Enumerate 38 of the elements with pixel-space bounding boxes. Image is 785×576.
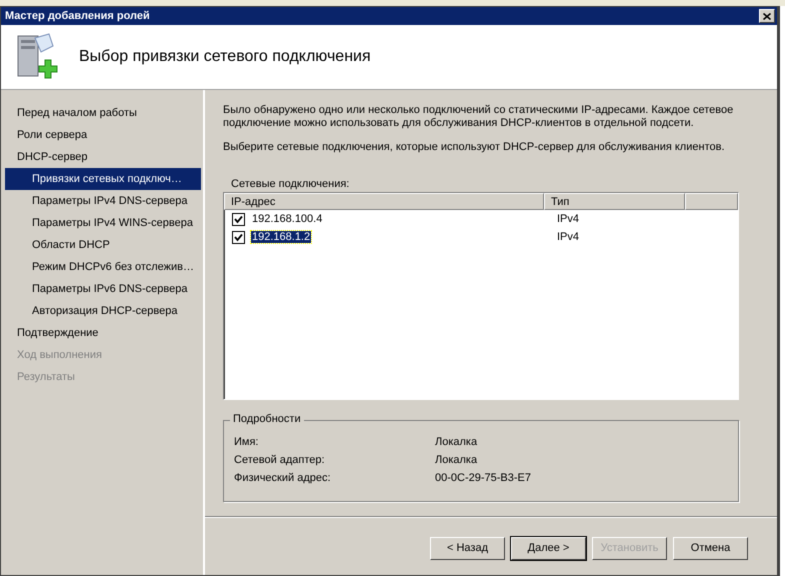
column-header[interactable]: IP-адрес <box>224 193 544 210</box>
description-text: Было обнаружено одно или несколько подключений со статическими IP-адресами. Каждое сетевое подключение можно использовать для обслуживания DHCP-клиентов в отдельной подсети. <box>223 104 734 130</box>
field-label: Физический адрес: <box>234 472 332 484</box>
wizard-button[interactable]: Отмена <box>673 536 748 560</box>
sidebar-item[interactable]: Режим DHCPv6 без отслежив… <box>5 256 201 278</box>
sidebar-item[interactable]: Параметры IPv4 WINS-сервера <box>5 212 201 234</box>
close-button[interactable] <box>759 9 775 23</box>
field-label: Имя: <box>234 436 260 448</box>
sidebar-item[interactable]: Авторизация DHCP-сервера <box>5 300 201 322</box>
field-value: Локалка <box>435 436 478 448</box>
checkbox[interactable] <box>232 212 245 226</box>
list-label: Сетевые подключения: <box>231 178 350 190</box>
field-value: 00-0C-29-75-B3-E7 <box>435 472 532 484</box>
sidebar-item: Ход выполнения <box>16 348 103 363</box>
sidebar-item[interactable]: DHCP-сервер <box>1 146 201 168</box>
checkbox[interactable] <box>232 230 245 244</box>
window-title: Мастер добавления ролей <box>5 10 150 22</box>
wizard-button[interactable]: < Назад <box>430 536 505 560</box>
page-title: Выбор привязки сетевого подключения <box>79 48 371 66</box>
table-cell-text: IPv4 <box>556 231 580 243</box>
sidebar-item[interactable]: Роли сервера <box>1 124 201 146</box>
column-header[interactable]: Тип <box>544 193 685 210</box>
sidebar-item[interactable]: Параметры IPv4 DNS-сервера <box>5 190 201 212</box>
group-title: Подробности <box>230 413 304 425</box>
sidebar-item[interactable]: Подтверждение <box>1 322 201 344</box>
list-item[interactable]: 192.168.100.4 <box>251 213 324 225</box>
sidebar-item[interactable]: Области DHCP <box>5 234 201 256</box>
wizard-button[interactable]: Далее > <box>511 536 586 560</box>
sidebar-item: Результаты <box>16 370 76 385</box>
field-value: Локалка <box>435 454 478 466</box>
close-icon <box>763 12 771 20</box>
sidebar-item[interactable]: Перед началом работы <box>1 102 201 124</box>
sidebar-item[interactable]: Привязки сетевых подключ… <box>5 168 201 190</box>
instruction-text: Выберите сетевые подключения, которые используют DHCP-сервер для обслуживания клиентов. <box>223 141 726 154</box>
table-cell-text: IPv4 <box>556 213 580 225</box>
list-item[interactable]: 192.168.1.2 <box>251 231 312 243</box>
sidebar-item[interactable]: Параметры IPv6 DNS-сервера <box>5 278 201 300</box>
field-label: Сетевой адаптер: <box>234 454 326 466</box>
